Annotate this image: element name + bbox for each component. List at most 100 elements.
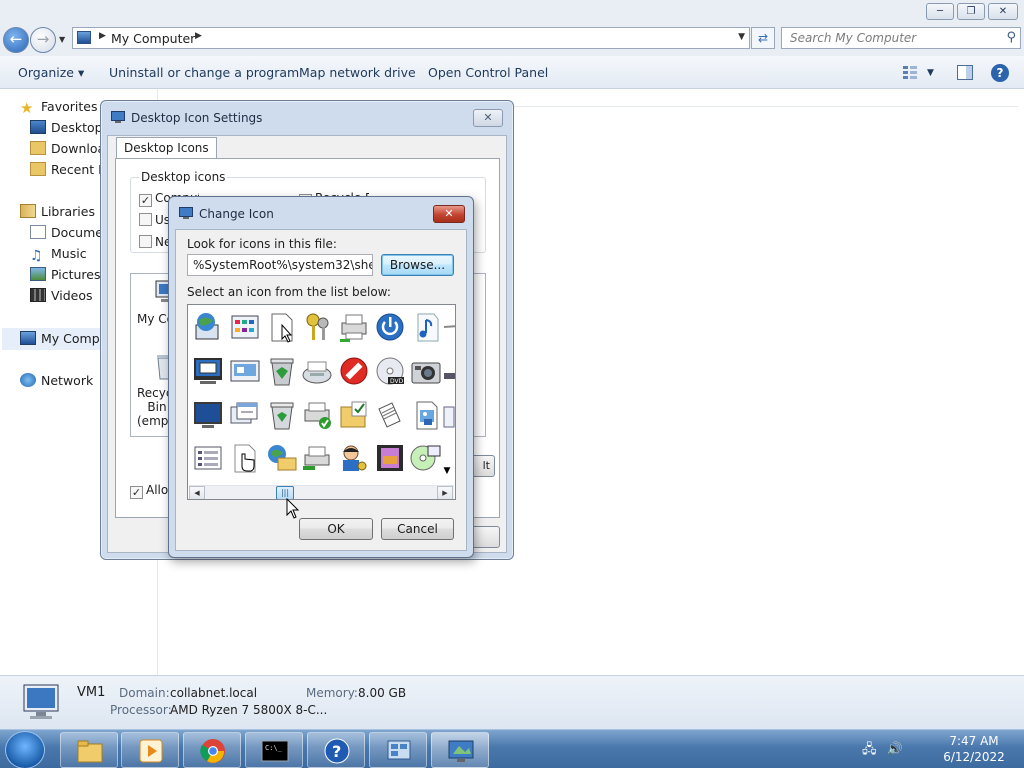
breadcrumb-my-computer[interactable]: My Computer [111, 31, 195, 46]
recycle-bin-full-icon[interactable] [266, 355, 300, 389]
taskbar-remote-desktop[interactable] [369, 732, 427, 768]
preview-pane-icon[interactable] [957, 65, 973, 80]
breadcrumb-arrow-icon[interactable]: ▶ [195, 31, 202, 41]
hand-pointer-icon[interactable] [229, 442, 263, 476]
recycle-bin-icon[interactable] [266, 399, 300, 433]
nav-network-label: Network [41, 373, 94, 388]
network-tray-icon[interactable]: 🖧 [862, 742, 877, 757]
clock[interactable]: 7:47 AM 6/12/2022 [936, 733, 1012, 765]
recent-pages-dropdown[interactable]: ▼ [59, 35, 65, 44]
content-divider [514, 106, 1018, 107]
restore-default-button[interactable]: lt [471, 455, 495, 477]
computer-icon [23, 684, 59, 719]
monitor-blue-icon[interactable] [192, 399, 226, 433]
maximize-button[interactable]: ❐ [957, 3, 985, 20]
list-view-icon[interactable] [192, 442, 226, 476]
address-box[interactable]: ▶ My Computer ▶ ▼ [72, 27, 750, 49]
allow-themes-label: Allow themes to change desktop icons [146, 483, 170, 497]
dialog-body: Look for icons in this file: %SystemRoot… [175, 229, 467, 551]
blocked-icon[interactable] [338, 355, 372, 389]
cd-network-icon[interactable] [410, 442, 444, 476]
folder-check-icon[interactable] [338, 399, 372, 433]
document-pointer-icon[interactable] [266, 311, 300, 345]
forward-button[interactable]: → [30, 27, 56, 53]
breadcrumb-arrow-icon[interactable]: ▶ [99, 31, 106, 41]
desktop-icon [30, 120, 46, 134]
browse-button[interactable]: Browse... [381, 254, 454, 276]
documents-icon[interactable] [374, 399, 408, 433]
taskbar-chrome[interactable] [183, 732, 241, 768]
clock-time: 7:47 AM [949, 734, 999, 748]
scroll-right-arrow-icon[interactable]: ▶ [437, 486, 453, 499]
drive-icon[interactable] [442, 355, 455, 389]
printer-network-icon[interactable] [338, 311, 372, 345]
back-button[interactable]: ← [3, 27, 29, 53]
windows-stack-icon[interactable] [229, 399, 263, 433]
cancel-button[interactable]: Cancel [381, 518, 454, 540]
display-properties-icon[interactable] [229, 355, 263, 389]
explorer-icon [77, 740, 103, 763]
organize-button[interactable]: Organize ▾ [18, 65, 84, 80]
fax-icon[interactable] [301, 355, 335, 389]
globe-computer-icon[interactable] [192, 311, 226, 345]
view-options-dropdown[interactable]: ▼ [927, 68, 934, 78]
icon-list[interactable]: DVD ▼ ◀ ||| ▶ [187, 304, 456, 500]
printer-green-icon[interactable] [301, 442, 335, 476]
search-input[interactable]: Search My Computer ⚲ [781, 27, 1021, 49]
power-icon[interactable] [374, 311, 408, 345]
control-panel-button[interactable]: Open Control Panel [428, 65, 548, 80]
network-globe-folder-icon[interactable] [266, 442, 300, 476]
picture-document-icon[interactable] [410, 399, 444, 433]
change-icon-dialog: Change Icon ✕ Look for icons in this fil… [168, 196, 474, 558]
help-icon[interactable]: ? [991, 64, 1009, 82]
ok-button[interactable]: OK [299, 518, 373, 540]
horizontal-scrollbar[interactable]: ◀ ||| ▶ [189, 485, 454, 499]
close-button[interactable]: ✕ [473, 109, 503, 127]
control-panel-icon[interactable] [229, 311, 263, 345]
close-button[interactable]: ✕ [433, 205, 465, 223]
start-button[interactable] [5, 731, 45, 768]
nav-network[interactable]: Network [20, 371, 93, 391]
music-note-icon[interactable] [410, 311, 444, 345]
dialog-title: Change Icon [199, 207, 274, 221]
minimize-button[interactable]: ─ [926, 3, 954, 20]
camera-icon[interactable] [410, 355, 444, 389]
taskbar-explorer[interactable] [60, 732, 118, 768]
nav-libraries[interactable]: Libraries [20, 202, 95, 222]
volume-icon[interactable]: 🔊 [887, 742, 903, 757]
printer-check-icon[interactable] [301, 399, 335, 433]
remote-desktop-icon [387, 740, 411, 760]
apply-button[interactable] [470, 526, 500, 548]
search-icon[interactable]: ⚲ [1006, 28, 1016, 48]
computer-icon [77, 31, 91, 44]
cable-icon[interactable] [442, 311, 455, 345]
svg-text:C:\_: C:\_ [265, 744, 283, 752]
taskbar-cmd[interactable]: C:\_ [245, 732, 303, 768]
network-icon [20, 373, 36, 387]
taskbar-help[interactable]: ? [307, 732, 365, 768]
map-drive-button[interactable]: Map network drive [299, 65, 416, 80]
address-dropdown-icon[interactable]: ▼ [738, 32, 745, 42]
nav-favorites[interactable]: ★ Favorites [20, 97, 97, 117]
uninstall-button[interactable]: Uninstall or change a program [109, 65, 299, 80]
monitor-window-icon[interactable] [192, 355, 226, 389]
film-strip-icon[interactable] [374, 442, 408, 476]
star-icon: ★ [20, 99, 34, 117]
checkmark-icon: ✓ [139, 194, 152, 207]
close-button[interactable]: ✕ [988, 3, 1018, 20]
scroll-down-arrow-icon[interactable]: ▼ [441, 465, 453, 478]
dvd-icon[interactable]: DVD [374, 355, 408, 389]
change-view-icon[interactable] [902, 65, 918, 80]
nav-favorites-label: Favorites [41, 99, 98, 114]
taskbar-media-player[interactable] [121, 732, 179, 768]
partial-icon[interactable] [442, 399, 455, 433]
user-key-icon[interactable] [338, 442, 372, 476]
desktop-settings-icon [111, 111, 125, 123]
scroll-left-arrow-icon[interactable]: ◀ [189, 486, 205, 499]
allow-themes-checkbox[interactable]: ✓Allow themes to change desktop icons [130, 483, 170, 499]
keys-icon[interactable] [301, 311, 335, 345]
tab-desktop-icons[interactable]: Desktop Icons [116, 137, 217, 159]
icon-file-path-input[interactable]: %SystemRoot%\system32\shell32.dll [187, 254, 373, 276]
taskbar-desktop-settings[interactable] [431, 732, 489, 768]
refresh-button[interactable]: ⇄ [751, 27, 775, 49]
